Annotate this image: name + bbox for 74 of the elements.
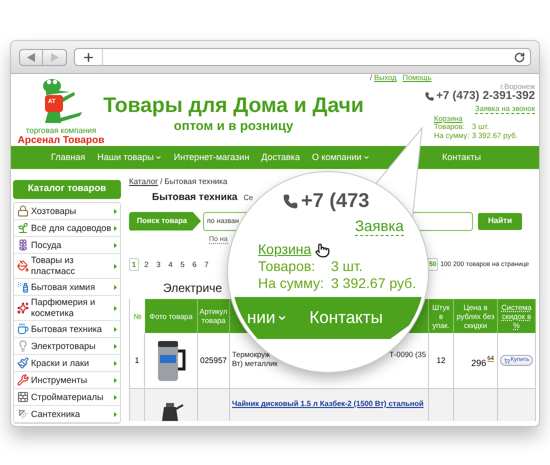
caret-icon (277, 313, 288, 323)
catalog-item-label: Сантехника (31, 408, 82, 420)
arrow-icon (114, 242, 117, 248)
catalog-item-label: Посуда (31, 240, 62, 250)
catalog-item[interactable]: Бытовая химия (14, 279, 120, 296)
back-icon (26, 52, 36, 62)
lightbulb-icon (17, 340, 29, 352)
catalog-item[interactable]: Бытовая техника (14, 321, 120, 338)
catalog-item-label: Бытовая химия (31, 282, 96, 292)
phone-number: +7 (473 (301, 191, 370, 211)
price-text: 296 (471, 359, 486, 368)
cart-value: 3 шт. (331, 258, 363, 275)
arrow-icon (114, 394, 117, 400)
catalog-item[interactable]: Краски и лаки (14, 355, 120, 372)
catalog-item-label: Хозтовары (31, 206, 78, 216)
site-title: Товары для Дома и Дачи (103, 95, 364, 116)
catalog-item-label: Краски и лаки (31, 358, 90, 368)
catalog-item-label: Стройматериалы (31, 392, 104, 402)
catalog-item[interactable]: Электротовары (14, 338, 120, 355)
breadcrumb-current: Бытовая техника (164, 178, 228, 186)
section-heading: Бытовая техника (152, 193, 238, 203)
catalog-item[interactable]: Товары из пластмасс (14, 254, 120, 279)
caret-icon (154, 154, 162, 161)
plus-icon[interactable] (82, 50, 95, 64)
cart-label: Товаров: (258, 258, 316, 275)
phone-icon (425, 92, 434, 102)
forward-icon (50, 52, 59, 62)
category-title: Электриче (163, 282, 222, 294)
catalog-item[interactable]: Инструменты (14, 372, 120, 389)
arrow-icon (114, 378, 117, 382)
arrow-icon (114, 344, 117, 348)
catalog-item[interactable]: Хозтовары (14, 203, 120, 220)
arrow-icon (114, 264, 117, 268)
caret-icon (362, 154, 370, 161)
sprout-icon (17, 222, 29, 234)
flower-icon (17, 239, 29, 251)
reload-icon[interactable] (514, 52, 525, 62)
arrow-icon (114, 306, 117, 310)
phone-number: +7 (473) 2-391-392 (436, 91, 535, 102)
arrow-icon (114, 284, 117, 290)
catalog-item-label: Товары из пластмасс (31, 255, 76, 277)
catalog-item[interactable]: Стройматериалы (14, 389, 120, 406)
breadcrumb-link[interactable]: Каталог (129, 178, 158, 186)
catalog-item[interactable]: Всё для садоводов (14, 220, 120, 237)
cup-icon (17, 323, 29, 335)
arrow-icon (114, 360, 117, 366)
logo-name: Арсенал Товаров (18, 135, 104, 148)
cart-label: На сумму: (258, 275, 325, 292)
catalog-item-label: Электротовары (31, 340, 97, 352)
arrow-icon (114, 326, 117, 332)
brick-wall-icon (17, 391, 29, 403)
catalog-item-label: Инструменты (31, 374, 88, 386)
cart-icon (504, 358, 510, 364)
sparkle-icon (17, 302, 29, 314)
catalog-item-label: Парфюмерия и косметика (31, 297, 96, 319)
lock-icon (17, 205, 29, 217)
breadcrumb-separator: / (160, 178, 162, 186)
cart-value: 3 392.67 руб. (331, 275, 416, 292)
wrench-icon (17, 374, 29, 386)
arrow-icon (114, 412, 117, 416)
paintbrush-icon (17, 357, 29, 369)
logo-tagline: торговая компания (26, 127, 96, 135)
hand-cursor-icon (315, 243, 330, 258)
catalog-item[interactable]: Парфюмерия и косметика (14, 296, 120, 321)
arrow-icon (114, 226, 117, 230)
site-subtitle: оптом и в розницу (174, 118, 294, 134)
bucket-icon (17, 260, 29, 272)
catalog-item[interactable]: Сантехника (14, 406, 120, 423)
phone-icon (283, 194, 298, 208)
arrow-icon (114, 208, 117, 214)
catalog-item[interactable]: Посуда (14, 237, 120, 254)
catalog-item-label: Бытовая техника (31, 324, 103, 334)
catalog-item-label: Всё для садоводов (31, 222, 112, 234)
mug-photo-drawing (156, 338, 186, 382)
